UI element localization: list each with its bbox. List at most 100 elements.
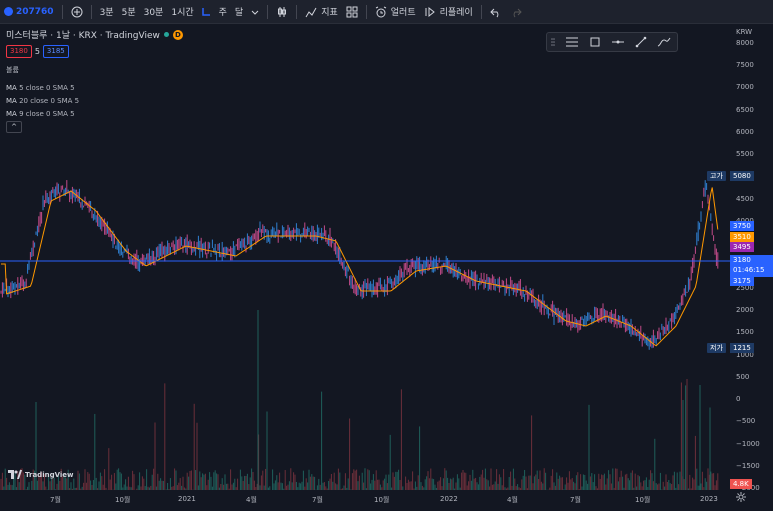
price-tick: 7000 <box>736 83 754 91</box>
fib-lines-icon[interactable] <box>565 36 579 48</box>
price-tick: 500 <box>736 373 750 381</box>
price-label-3495: 3495 <box>730 242 754 252</box>
rectangle-icon[interactable] <box>589 36 601 48</box>
alert-button[interactable]: 얼러트 <box>371 0 420 24</box>
price-tick: −500 <box>736 417 756 425</box>
layouts-button[interactable] <box>342 0 362 24</box>
interval-5m[interactable]: 5분 <box>118 0 140 24</box>
settings-icon[interactable] <box>736 492 746 502</box>
chart-type-button[interactable] <box>272 0 292 24</box>
volume-bars <box>0 310 719 490</box>
symbol-code: 207760 <box>16 6 54 17</box>
low-price-label: 1215 <box>730 343 754 353</box>
trend-line-icon[interactable] <box>635 36 647 48</box>
brush-icon[interactable] <box>657 36 671 48</box>
interval-week[interactable]: 주 <box>215 0 231 24</box>
price-tick: 7500 <box>736 61 754 69</box>
interval-3m[interactable]: 3분 <box>96 0 118 24</box>
horizontal-line-icon[interactable] <box>611 36 625 48</box>
price-label-3510: 3510 <box>730 232 754 242</box>
low-marker: 저가 <box>707 343 726 353</box>
logo-text: TradingView <box>25 470 74 479</box>
indicators-icon <box>305 7 317 17</box>
price-label-3750: 3750 <box>730 221 754 231</box>
grid-icon <box>346 6 358 17</box>
candles <box>0 180 719 350</box>
currency-label: KRW <box>736 28 753 36</box>
market-open-indicator <box>163 32 169 37</box>
divider <box>267 4 269 19</box>
chart-legend: 미스터블루 · 1날 · KRX · TradingView D 3180 5 … <box>6 28 183 133</box>
tradingview-logo-icon <box>8 470 22 479</box>
add-symbol-icon <box>71 6 83 17</box>
compare-button[interactable] <box>67 0 87 24</box>
undo-button[interactable] <box>486 0 506 24</box>
volume-indicator-label[interactable]: 볼륨 <box>6 65 183 75</box>
price-tick: 0 <box>736 395 741 403</box>
ma-indicator-2[interactable]: MA 20 close 0 SMA 5 <box>6 97 183 105</box>
divider <box>365 4 367 19</box>
interval-dropdown[interactable] <box>247 0 263 24</box>
time-label: 10월 <box>374 496 390 504</box>
volume-value-label: 4.8K <box>730 479 752 489</box>
high-price-label: 5080 <box>730 171 754 181</box>
interval-30m[interactable]: 30분 <box>140 0 168 24</box>
price-tick: 5500 <box>736 150 754 158</box>
time-label: 4월 <box>507 496 518 504</box>
bar-countdown: 01:46:15 <box>733 266 765 274</box>
price-tick: 4500 <box>736 195 754 203</box>
data-delay-badge: D <box>172 29 183 40</box>
replay-button[interactable]: 리플레이 <box>420 0 477 24</box>
redo-button[interactable] <box>506 0 526 24</box>
top-toolbar: 207760 3분 5분 30분 1시간 주 달 지표 얼러트 리플레이 <box>0 0 773 24</box>
alarm-clock-icon <box>375 6 386 17</box>
price-tick: −1000 <box>736 440 760 448</box>
symbol-search[interactable]: 207760 <box>0 0 58 24</box>
tradingview-logo[interactable]: TradingView <box>8 470 74 479</box>
price-axis[interactable]: KRW 800075007000650060005500500045004000… <box>730 24 773 511</box>
collapse-legend-button[interactable]: ^ <box>6 121 22 133</box>
interval-day[interactable] <box>198 0 215 24</box>
alert-label: 얼러트 <box>390 8 416 18</box>
spread-value: 5 <box>34 47 40 56</box>
ma-indicator-3[interactable]: MA 9 close 0 SMA 5 <box>6 110 183 118</box>
day-interval-icon <box>201 8 210 16</box>
undo-icon <box>490 8 499 17</box>
replay-icon <box>425 6 435 17</box>
time-axis[interactable]: 7월 10월 2021 4월 7월 10월 2022 4월 7월 10월 202… <box>0 492 730 511</box>
last-price-box: 3180 01:46:15 <box>730 255 773 277</box>
interval-month[interactable]: 달 <box>231 0 247 24</box>
drag-handle-icon[interactable] <box>551 37 555 47</box>
price-tick: 2000 <box>736 306 754 314</box>
bid-price[interactable]: 3180 <box>6 45 32 58</box>
ask-price[interactable]: 3185 <box>42 45 69 58</box>
chevron-down-icon <box>251 10 259 15</box>
time-label: 7월 <box>50 496 61 504</box>
price-tick: 1500 <box>736 328 754 336</box>
candles-icon <box>278 6 287 17</box>
last-price: 3180 <box>733 256 751 264</box>
price-tick: 6500 <box>736 106 754 114</box>
time-label: 7월 <box>312 496 323 504</box>
ma-params: 20 close 0 SMA 5 <box>19 97 80 105</box>
chart-title: 미스터블루 · 1날 · KRX · TradingView <box>6 31 160 41</box>
divider <box>296 4 298 19</box>
ma-indicator-1[interactable]: MA 5 close 0 SMA 5 <box>6 84 183 92</box>
time-label: 2022 <box>440 495 458 503</box>
price-tick: 6000 <box>736 128 754 136</box>
price-tick: −1500 <box>736 462 760 470</box>
time-label: 10월 <box>635 496 651 504</box>
indicators-button[interactable]: 지표 <box>301 0 342 24</box>
indicators-label: 지표 <box>321 8 338 18</box>
divider <box>61 4 63 19</box>
redo-icon <box>513 8 522 17</box>
time-label: 2023 <box>700 495 718 503</box>
time-label: 10월 <box>115 496 131 504</box>
ma-params: 5 close 0 SMA 5 <box>19 84 75 92</box>
time-label: 7월 <box>570 496 581 504</box>
price-tick: 8000 <box>736 39 754 47</box>
symbol-logo-icon <box>4 7 13 16</box>
drawing-toolbar <box>546 32 678 52</box>
ma-name: MA <box>6 84 17 92</box>
interval-1h[interactable]: 1시간 <box>167 0 197 24</box>
